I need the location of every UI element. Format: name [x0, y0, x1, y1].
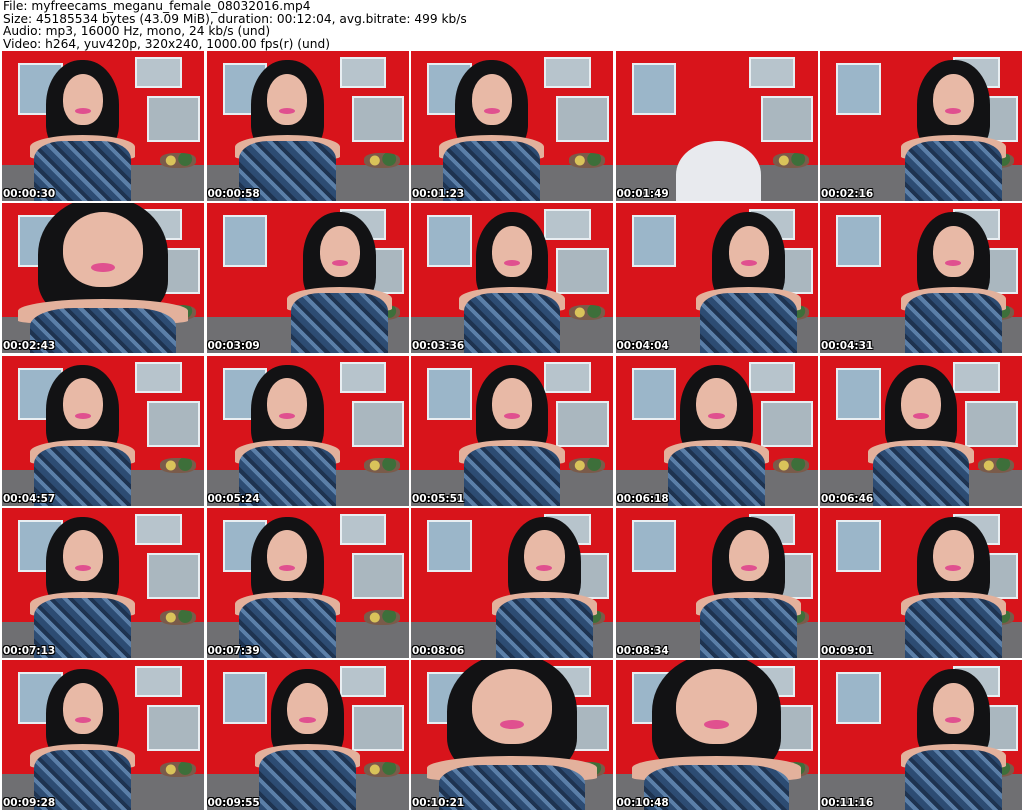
thumbnail-timestamp: 00:04:31 — [821, 340, 874, 353]
thumbnail: 00:04:04 — [615, 203, 818, 354]
thumbnail-timestamp: 00:09:55 — [207, 797, 260, 809]
thumbnail-timestamp: 00:07:39 — [207, 644, 260, 657]
thumbnail: 00:10:21 — [411, 660, 613, 810]
thumbnail-timestamp: 00:02:43 — [3, 340, 56, 353]
thumbnail: 00:09:55 — [206, 660, 409, 810]
thumbnail-timestamp: 00:00:30 — [3, 188, 56, 200]
thumbnail: 00:07:13 — [2, 507, 204, 658]
file-name-line: File: myfreecams_meganu_female_08032016.… — [3, 0, 311, 13]
thumbnail: 00:11:16 — [820, 660, 1022, 810]
video-info-line: Video: h264, yuv420p, 320x240, 1000.00 f… — [3, 36, 330, 51]
thumbnail: 00:04:31 — [820, 203, 1022, 354]
thumbnail: 00:06:18 — [615, 355, 818, 506]
thumbnail-timestamp: 00:04:04 — [616, 340, 669, 353]
thumbnail-timestamp: 00:09:01 — [821, 644, 874, 657]
thumbnail-timestamp: 00:06:18 — [616, 492, 669, 505]
thumbnail: 00:10:48 — [615, 660, 818, 810]
thumbnail: 00:02:43 — [2, 203, 204, 354]
thumbnail-timestamp: 00:01:23 — [412, 188, 465, 200]
thumbnail-timestamp: 00:09:28 — [3, 797, 56, 809]
thumbnail-timestamp: 00:06:46 — [821, 492, 874, 505]
audio-info-line: Audio: mp3, 16000 Hz, mono, 24 kb/s (und… — [3, 24, 271, 39]
thumbnail: 00:07:39 — [206, 507, 409, 658]
thumbnail: 00:03:36 — [411, 203, 613, 354]
thumbnail-grid: 00:00:30 00:00:58 00:01:23 00:01:49 00:0… — [2, 51, 1022, 810]
thumbnail-timestamp: 00:03:36 — [412, 340, 465, 353]
thumbnail: 00:06:46 — [820, 355, 1022, 506]
thumbnail: 00:02:16 — [820, 51, 1022, 201]
thumbnail: 00:09:28 — [2, 660, 204, 810]
thumbnail-timestamp: 00:04:57 — [3, 492, 56, 505]
thumbnail-timestamp: 00:00:58 — [207, 188, 260, 200]
thumbnail-timestamp: 00:01:49 — [616, 188, 669, 200]
thumbnail-timestamp: 00:05:51 — [412, 492, 465, 505]
thumbnail: 00:01:49 — [615, 51, 818, 201]
thumbnail-timestamp: 00:03:09 — [207, 340, 260, 353]
thumbnail-timestamp: 00:07:13 — [3, 644, 56, 657]
thumbnail-timestamp: 00:05:24 — [207, 492, 260, 505]
thumbnail: 00:08:06 — [411, 507, 613, 658]
thumbnail-timestamp: 00:10:21 — [412, 797, 465, 809]
thumbnail: 00:01:23 — [411, 51, 613, 201]
file-info-header: File: myfreecams_meganu_female_08032016.… — [3, 0, 467, 50]
thumbnail-timestamp: 00:08:34 — [616, 644, 669, 657]
thumbnail: 00:09:01 — [820, 507, 1022, 658]
thumbnail: 00:05:24 — [206, 355, 409, 506]
thumbnail: 00:04:57 — [2, 355, 204, 506]
thumbnail: 00:00:58 — [206, 51, 409, 201]
thumbnail-timestamp: 00:11:16 — [821, 797, 874, 809]
thumbnail: 00:05:51 — [411, 355, 613, 506]
thumbnail: 00:08:34 — [615, 507, 818, 658]
thumbnail-timestamp: 00:02:16 — [821, 188, 874, 200]
thumbnail-timestamp: 00:08:06 — [412, 644, 465, 657]
thumbnail: 00:00:30 — [2, 51, 204, 201]
thumbnail-timestamp: 00:10:48 — [616, 797, 669, 809]
thumbnail: 00:03:09 — [206, 203, 409, 354]
